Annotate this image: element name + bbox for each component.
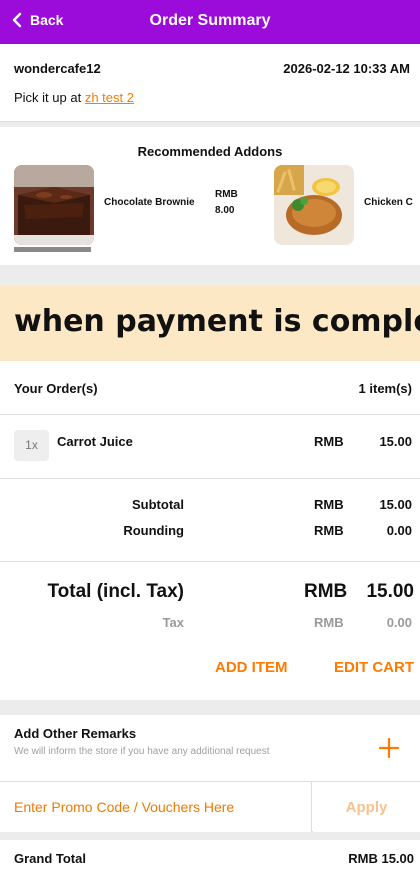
recommended-addons: Recommended Addons Chocolate Brownie RMB… — [0, 127, 420, 265]
promo-code-input[interactable] — [0, 782, 312, 832]
payment-banner: when payment is complete. — [0, 286, 420, 361]
subtotal-label: Subtotal — [132, 497, 184, 512]
app-header: Back Order Summary — [0, 0, 420, 44]
rounding-currency: RMB — [314, 523, 344, 538]
shop-info: wondercafe12 2026-02-12 10:33 AM Pick it… — [0, 44, 420, 122]
divider — [0, 561, 420, 562]
pickup-info: Pick it up at zh test 2 — [14, 90, 134, 105]
item-amount: 15.00 — [379, 434, 412, 449]
addon-currency: RMB — [215, 189, 238, 200]
addon-amount: 8.00 — [215, 205, 235, 216]
order-details: Your Order(s) 1 item(s) 1x Carrot Juice … — [0, 361, 420, 700]
rounding-value: 0.00 — [386, 523, 412, 538]
banner-text: when payment is complete. — [14, 304, 420, 339]
addons-title: Recommended Addons — [137, 144, 283, 159]
grand-total-label: Grand Total — [14, 851, 86, 866]
apply-button[interactable]: Apply — [313, 782, 420, 832]
order-datetime: 2026-02-12 10:33 AM — [283, 61, 410, 76]
order-heading: Your Order(s) — [14, 381, 98, 396]
addon-name: Chocolate Brownie — [104, 197, 195, 208]
grand-total-bar: Grand Total RMB 15.00 — [0, 840, 420, 873]
addon-price: RMB 8.00 — [215, 187, 238, 219]
pickup-location-link[interactable]: zh test 2 — [85, 90, 134, 105]
rounding-label: Rounding — [123, 523, 184, 538]
remarks-hint: We will inform the store if you have any… — [14, 746, 270, 757]
tax-label: Tax — [162, 615, 184, 630]
divider — [0, 414, 420, 415]
addon-name: Chicken C — [364, 197, 413, 208]
remarks-section: Add Other Remarks We will inform the sto… — [0, 715, 420, 782]
chicken-image[interactable] — [274, 165, 354, 245]
total-currency: RMB — [304, 581, 348, 602]
brownie-image[interactable] — [14, 165, 94, 245]
tax-currency: RMB — [314, 615, 344, 630]
add-item-button[interactable]: ADD ITEM — [215, 659, 288, 676]
page-title: Order Summary — [149, 12, 271, 29]
subtotal-value: 15.00 — [379, 497, 412, 512]
total-value: 15.00 — [366, 581, 414, 602]
shop-name: wondercafe12 — [14, 61, 101, 76]
subtotal-currency: RMB — [314, 497, 344, 512]
add-remark-button[interactable] — [378, 737, 400, 759]
item-currency: RMB — [314, 434, 344, 449]
pickup-prefix: Pick it up at — [14, 90, 82, 105]
item-name: Carrot Juice — [57, 434, 133, 449]
promo-section: Apply — [0, 781, 420, 832]
divider — [0, 478, 420, 479]
total-label: Total (incl. Tax) — [47, 581, 184, 602]
plus-icon — [378, 737, 400, 759]
item-count: 1 item(s) — [358, 381, 412, 396]
edit-cart-button[interactable]: EDIT CART — [334, 659, 414, 676]
tax-value: 0.00 — [386, 615, 412, 630]
grand-total-value: RMB 15.00 — [348, 851, 414, 866]
addons-scrollbar[interactable] — [14, 247, 91, 252]
quantity-badge[interactable]: 1x — [14, 430, 49, 461]
remarks-title: Add Other Remarks — [14, 726, 137, 741]
